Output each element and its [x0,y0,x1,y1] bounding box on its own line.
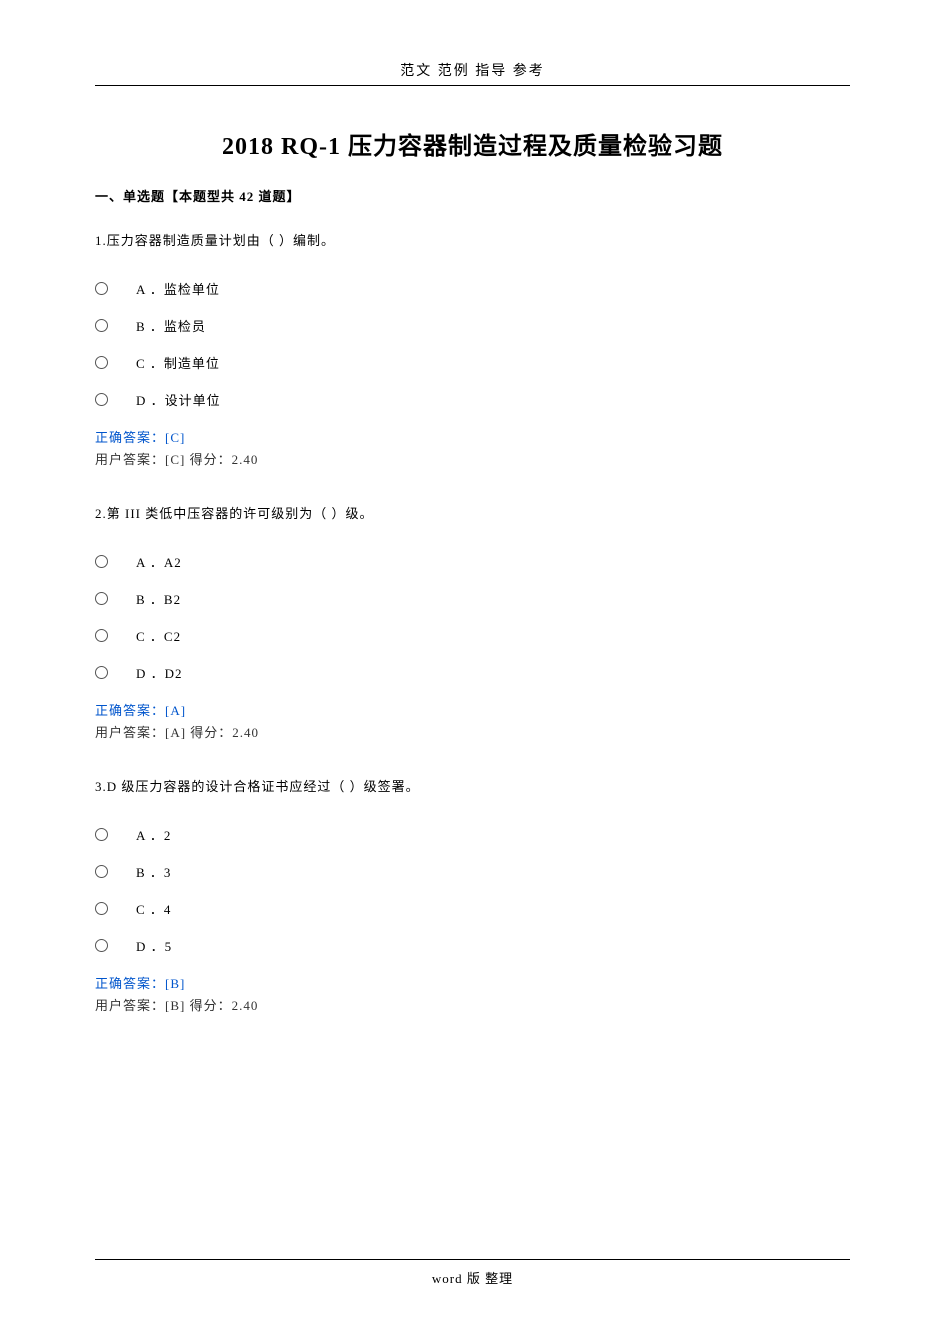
option-row: C ．4 [95,899,850,918]
option-row: B ．3 [95,862,850,881]
option-label: C ．制造单位 [136,353,220,372]
page-footer: word 版 整理 [0,1268,945,1287]
option-label: A ．2 [136,825,171,844]
option-row: B ．监检员 [95,316,850,335]
option-label: D ．5 [136,936,172,955]
document-title: 2018 RQ-1 压力容器制造过程及质量检验习题 [95,126,850,161]
page-footer-container: word 版 整理 [0,1259,945,1287]
question-text: 2.第 III 类低中压容器的许可级别为（ ）级。 [95,503,850,522]
option-row: B ．B2 [95,589,850,608]
radio-icon[interactable] [95,828,108,841]
option-row: D ．D2 [95,663,850,682]
radio-icon[interactable] [95,902,108,915]
user-answer: 用户答案：[C] 得分：2.40 [95,449,850,468]
question-block: 3.D 级压力容器的设计合格证书应经过（ ）级签署。 A ．2 B ．3 C ．… [95,776,850,1014]
page-header: 范文 范例 指导 参考 [95,60,850,80]
radio-icon[interactable] [95,666,108,679]
option-label: D ．D2 [136,663,183,682]
radio-icon[interactable] [95,282,108,295]
option-label: B ．监检员 [136,316,206,335]
option-label: C ．4 [136,899,171,918]
footer-divider [95,1259,850,1260]
option-label: A ．监检单位 [136,279,220,298]
option-label: B ．B2 [136,589,181,608]
option-row: C ．制造单位 [95,353,850,372]
option-row: A ．监检单位 [95,279,850,298]
correct-answer: 正确答案：[B] [95,973,850,992]
radio-icon[interactable] [95,356,108,369]
radio-icon[interactable] [95,865,108,878]
radio-icon[interactable] [95,629,108,642]
question-block: 2.第 III 类低中压容器的许可级别为（ ）级。 A ．A2 B ．B2 C … [95,503,850,741]
option-label: D ．设计单位 [136,390,221,409]
section-header: 一、单选题【本题型共 42 道题】 [95,186,850,205]
radio-icon[interactable] [95,939,108,952]
user-answer: 用户答案：[A] 得分：2.40 [95,722,850,741]
question-text: 1.压力容器制造质量计划由（ ）编制。 [95,230,850,249]
option-row: A ．2 [95,825,850,844]
header-divider [95,85,850,86]
radio-icon[interactable] [95,319,108,332]
option-row: D ．5 [95,936,850,955]
radio-icon[interactable] [95,393,108,406]
correct-answer: 正确答案：[C] [95,427,850,446]
question-block: 1.压力容器制造质量计划由（ ）编制。 A ．监检单位 B ．监检员 C ．制造… [95,230,850,468]
radio-icon[interactable] [95,555,108,568]
option-row: C ．C2 [95,626,850,645]
option-label: C ．C2 [136,626,181,645]
option-row: D ．设计单位 [95,390,850,409]
correct-answer: 正确答案：[A] [95,700,850,719]
user-answer: 用户答案：[B] 得分：2.40 [95,995,850,1014]
radio-icon[interactable] [95,592,108,605]
question-text: 3.D 级压力容器的设计合格证书应经过（ ）级签署。 [95,776,850,795]
option-row: A ．A2 [95,552,850,571]
option-label: A ．A2 [136,552,182,571]
option-label: B ．3 [136,862,171,881]
